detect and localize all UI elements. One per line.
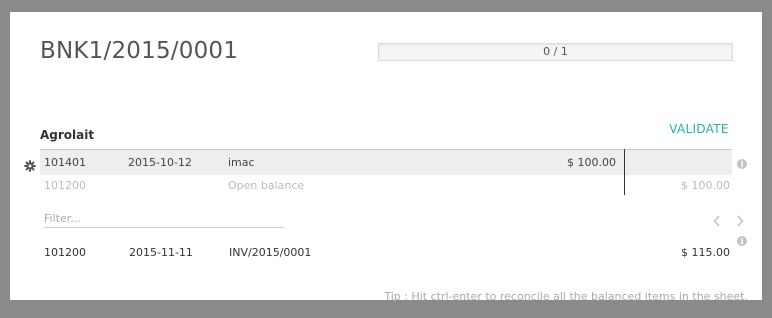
- info-icon[interactable]: i: [737, 236, 747, 246]
- chevron-left-icon[interactable]: [713, 215, 721, 231]
- debit-cell: $ 100.00: [567, 156, 616, 169]
- partner-name[interactable]: Agrolait: [40, 128, 94, 142]
- account-cell: 101200: [44, 179, 86, 192]
- info-icon[interactable]: i: [737, 159, 747, 169]
- chevron-right-icon[interactable]: [736, 215, 744, 231]
- validate-button[interactable]: VALIDATE: [655, 122, 743, 136]
- account-cell: 101200: [44, 246, 86, 259]
- filter-input[interactable]: [44, 209, 284, 228]
- proposal-row[interactable]: 101200 2015-11-11 INV/2015/0001 $ 115.00: [40, 240, 732, 265]
- open-balance-row[interactable]: 101200 Open balance $ 100.00: [40, 175, 732, 196]
- label-cell: INV/2015/0001: [229, 246, 312, 259]
- amount-cell: $ 115.00: [681, 246, 730, 259]
- reconciliation-dialog: BNK1/2015/0001 0 / 1 Agrolait VALIDATE 1…: [10, 12, 762, 303]
- date-cell: 2015-10-12: [128, 156, 192, 169]
- label-cell: imac: [228, 156, 255, 169]
- progress-label: 0 / 1: [543, 45, 568, 58]
- account-cell: 101401: [44, 156, 86, 169]
- debit-credit-divider: [624, 149, 625, 195]
- gear-icon[interactable]: [24, 157, 36, 172]
- date-cell: 2015-11-11: [129, 246, 193, 259]
- matched-line-row[interactable]: 101401 2015-10-12 imac $ 100.00: [40, 149, 732, 175]
- reconciliation-lines-table: 101401 2015-10-12 imac $ 100.00 101200 O…: [40, 149, 732, 196]
- reconciliation-progress-bar: 0 / 1: [378, 43, 733, 61]
- statement-title: BNK1/2015/0001: [40, 38, 239, 64]
- reconcile-tip: Tip : Hit ctrl-enter to reconcile all th…: [384, 290, 748, 303]
- credit-cell: $ 100.00: [681, 179, 730, 192]
- label-cell: Open balance: [228, 179, 305, 192]
